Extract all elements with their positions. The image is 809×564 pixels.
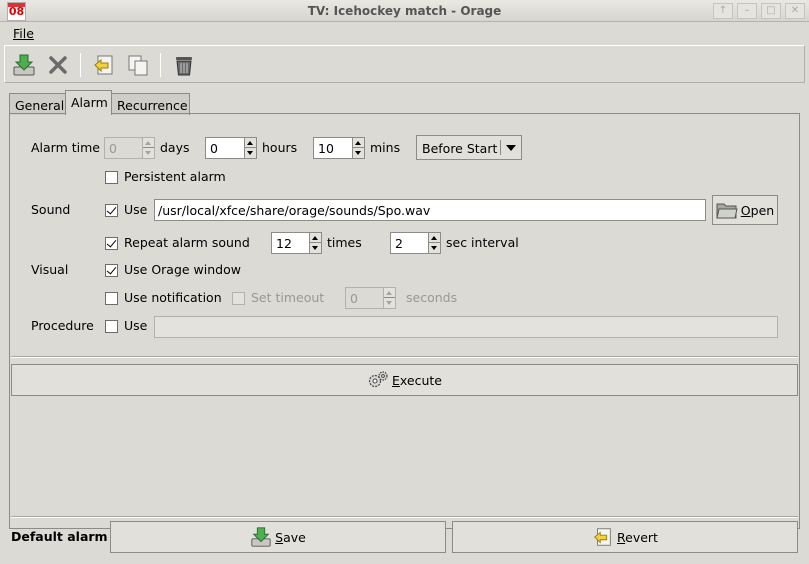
close-icon <box>49 56 67 74</box>
before-start-combo[interactable]: Before Start <box>416 135 522 160</box>
close-window-button[interactable]: ✕ <box>785 3 805 19</box>
procedure-use-checkbox[interactable] <box>105 320 118 333</box>
delete-button[interactable] <box>171 52 197 78</box>
maximize-button[interactable]: □ <box>761 3 781 19</box>
execute-button[interactable]: Execute <box>11 364 798 396</box>
revert-button[interactable]: Revert <box>452 521 798 553</box>
mins-label: mins <box>370 140 401 155</box>
undo-icon <box>94 55 113 75</box>
footer-separator <box>11 516 798 518</box>
set-timeout-label: Set timeout <box>251 290 325 305</box>
repeat-sound-label: Repeat alarm sound <box>124 235 250 250</box>
duplicate-button[interactable] <box>125 52 151 78</box>
visual-label: Visual <box>31 262 69 277</box>
menu-file[interactable]: File <box>13 26 34 41</box>
set-timeout-checkbox[interactable] <box>232 292 245 305</box>
sound-use-checkbox[interactable] <box>105 204 118 217</box>
shade-button[interactable]: ↑ <box>713 3 733 19</box>
orage-window-label: Use Orage window <box>124 262 241 277</box>
default-alarm-label: Default alarm <box>11 529 108 544</box>
days-label: days <box>160 140 190 155</box>
minimize-button[interactable]: – <box>737 3 757 19</box>
days-spin[interactable]: 0 <box>104 137 155 159</box>
timeout-spin[interactable]: 0 <box>345 287 396 309</box>
repeat-times-spin[interactable]: 12 <box>271 232 322 254</box>
open-sound-button[interactable]: Open <box>712 195 778 225</box>
seconds-label: seconds <box>406 290 458 305</box>
persistent-alarm-label: Persistent alarm <box>124 169 226 184</box>
procedure-command-input[interactable] <box>154 316 778 338</box>
separator <box>11 356 798 358</box>
orage-window-checkbox[interactable] <box>105 264 118 277</box>
tab-recurrence[interactable]: Recurrence <box>111 93 190 115</box>
window-title: TV: Icehockey match - Orage <box>307 4 502 18</box>
revert-toolbar-button[interactable] <box>91 52 117 78</box>
title-bar: 08 TV: Icehockey match - Orage ↑ – □ ✕ <box>0 0 809 22</box>
tab-general[interactable]: General <box>9 93 66 115</box>
dropdown-arrow-icon <box>506 145 516 151</box>
sound-label: Sound <box>31 202 71 217</box>
hours-spin[interactable]: 0 <box>205 137 257 159</box>
procedure-label: Procedure <box>31 318 94 333</box>
sec-interval-label: sec interval <box>446 235 519 250</box>
interval-spin[interactable]: 2 <box>390 232 441 254</box>
save-button[interactable]: Save <box>110 521 446 553</box>
alarm-time-label: Alarm time <box>31 140 100 155</box>
toolbar <box>4 45 805 83</box>
menu-bar: File <box>4 24 805 44</box>
sound-file-input[interactable]: /usr/local/xfce/share/orage/sounds/Spo.w… <box>154 199 706 221</box>
close-button[interactable] <box>45 52 71 78</box>
save-icon <box>251 527 271 547</box>
sound-use-label: Use <box>124 202 148 217</box>
gears-icon <box>368 371 388 388</box>
trash-icon <box>176 57 192 76</box>
notification-label: Use notification <box>124 290 222 305</box>
undo-icon <box>594 528 611 546</box>
duplicate-icon <box>128 55 148 76</box>
hours-label: hours <box>262 140 298 155</box>
procedure-use-label: Use <box>124 318 148 333</box>
folder-open-icon <box>716 203 738 219</box>
persistent-alarm-checkbox[interactable] <box>105 171 118 184</box>
repeat-sound-checkbox[interactable] <box>105 237 118 250</box>
times-label: times <box>327 235 362 250</box>
tab-alarm[interactable]: Alarm <box>65 90 112 115</box>
mins-spin[interactable]: 10 <box>313 137 365 159</box>
save-close-icon <box>13 54 35 76</box>
notification-checkbox[interactable] <box>105 292 118 305</box>
save-close-button[interactable] <box>11 52 37 78</box>
